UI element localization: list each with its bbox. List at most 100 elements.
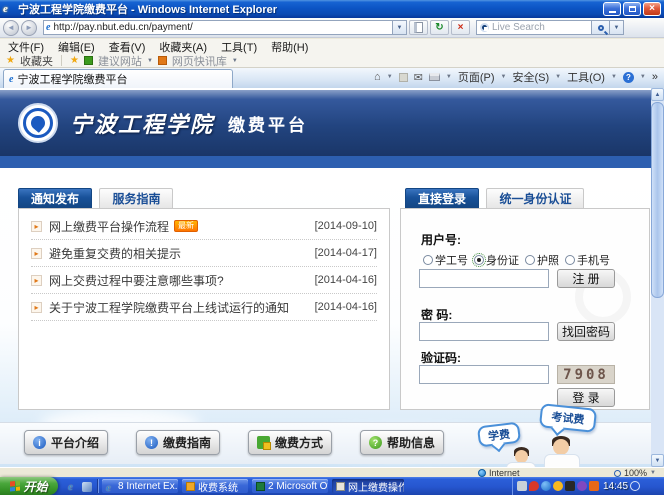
password-input[interactable] xyxy=(419,322,549,341)
find-password-button[interactable]: 找回密码 xyxy=(557,322,615,341)
captcha-input[interactable] xyxy=(419,365,549,384)
radio-id-card[interactable]: 身份证 xyxy=(474,252,519,268)
tab-direct-login[interactable]: 直接登录 xyxy=(405,188,479,208)
toolbar-overflow-button[interactable]: » xyxy=(652,71,658,83)
tray-icon[interactable] xyxy=(630,481,640,491)
restore-icon xyxy=(629,6,636,12)
home-icon[interactable]: ⌂ xyxy=(374,71,381,83)
suggested-sites-button[interactable]: 建议网站 xyxy=(98,53,142,69)
compatibility-view-button[interactable] xyxy=(409,20,428,35)
payment-method-button[interactable]: 缴费方式 xyxy=(248,430,332,455)
ie-window: e 宁波工程学院缴费平台 - Windows Internet Explorer… xyxy=(0,0,664,495)
notice-row[interactable]: ▸ 网上缴费平台操作流程 最新 [2014-09-10] xyxy=(31,213,377,240)
task-label: 2 Microsoft Of... xyxy=(268,481,328,492)
restore-button[interactable] xyxy=(623,2,641,16)
quick-launch-desktop-icon[interactable] xyxy=(80,480,93,493)
task-ie-group[interactable]: e 8 Internet Ex... ▼ xyxy=(102,479,178,493)
menu-edit[interactable]: 编辑(E) xyxy=(58,39,95,55)
title-bar[interactable]: e 宁波工程学院缴费平台 - Windows Internet Explorer… xyxy=(0,0,664,18)
tray-icon[interactable] xyxy=(565,481,575,491)
tab-active[interactable]: e 宁波工程学院缴费平台 xyxy=(3,69,233,88)
task-fee-system[interactable]: 收费系统 xyxy=(182,479,248,493)
id-type-radio-group: 学工号 身份证 护照 手机号 xyxy=(423,252,610,268)
refresh-button[interactable]: ↻ xyxy=(430,20,449,35)
scroll-up-button[interactable]: ▲ xyxy=(651,88,664,101)
address-input[interactable]: e http://pay.nbut.edu.cn/payment/ xyxy=(43,20,393,35)
login-button[interactable]: 登 录 xyxy=(557,388,615,407)
payment-guide-button[interactable]: ! 缴费指南 xyxy=(136,430,220,455)
radio-label: 学工号 xyxy=(435,252,468,268)
site-banner: 宁波工程学院 缴费平台 xyxy=(0,90,651,156)
start-button[interactable]: 开始 xyxy=(0,477,58,495)
forward-button[interactable]: ► xyxy=(21,20,37,36)
task-label: 8 Internet Ex... xyxy=(118,481,178,492)
tray-icon[interactable] xyxy=(541,481,551,491)
notice-title[interactable]: 网上交费过程中要注意哪些事项? xyxy=(49,272,224,289)
search-dropdown-button[interactable]: ▼ xyxy=(610,20,624,35)
internet-zone-icon xyxy=(478,469,486,477)
person-illustration xyxy=(544,454,580,467)
radio-passport[interactable]: 护照 xyxy=(525,252,559,268)
tools-menu-button[interactable]: 工具(O) xyxy=(567,69,605,85)
radio-mobile[interactable]: 手机号 xyxy=(565,252,610,268)
vertical-scrollbar[interactable]: ▲ ▼ xyxy=(651,88,664,467)
minimize-button[interactable] xyxy=(603,2,621,16)
close-button[interactable]: × xyxy=(643,2,661,16)
safety-menu-button[interactable]: 安全(S) xyxy=(512,69,549,85)
task-office-group[interactable]: 2 Microsoft Of... ▼ xyxy=(252,479,328,493)
platform-intro-button[interactable]: i 平台介绍 xyxy=(24,430,108,455)
mail-icon[interactable]: ✉ xyxy=(414,71,423,84)
register-button[interactable]: 注 册 xyxy=(557,269,615,288)
tray-icon[interactable] xyxy=(517,481,527,491)
favorites-button[interactable]: 收藏夹 xyxy=(20,53,53,69)
ie-icon: e xyxy=(68,481,73,493)
print-icon[interactable] xyxy=(429,73,440,81)
command-bar: ⌂ ▼ ✉ ▼ 页面(P) ▼ 安全(S) ▼ 工具(O) ▼ ? ▼ » xyxy=(374,69,664,88)
ie-logo-icon: e xyxy=(3,3,15,15)
notice-row[interactable]: ▸ 关于宁波工程学院缴费平台上线试运行的通知 [2014-04-16] xyxy=(31,294,377,321)
web-slices-button[interactable]: 网页快讯库 xyxy=(172,53,227,69)
search-input[interactable]: Live Search xyxy=(476,20,592,35)
home-dropdown-icon[interactable]: ▼ xyxy=(387,74,393,80)
notice-date: [2014-04-16] xyxy=(315,301,377,313)
menu-help[interactable]: 帮助(H) xyxy=(271,39,308,55)
help-icon[interactable]: ? xyxy=(623,72,634,83)
tab-service-guide[interactable]: 服务指南 xyxy=(99,188,173,208)
tab-notices[interactable]: 通知发布 xyxy=(18,188,92,208)
web-slices-icon xyxy=(158,56,167,65)
search-button[interactable] xyxy=(592,20,610,35)
tray-icon[interactable] xyxy=(589,481,599,491)
divider xyxy=(61,55,62,66)
help-info-button[interactable]: ? 帮助信息 xyxy=(360,430,444,455)
notice-row[interactable]: ▸ 网上交费过程中要注意哪些事项? [2014-04-16] xyxy=(31,267,377,294)
bullet-arrow-icon: ▸ xyxy=(31,275,42,286)
user-id-input[interactable] xyxy=(419,269,549,288)
scrollbar-thumb[interactable] xyxy=(651,102,664,298)
page-menu-button[interactable]: 页面(P) xyxy=(458,69,495,85)
notice-title[interactable]: 网上缴费平台操作流程 xyxy=(49,218,169,235)
print-dropdown-icon[interactable]: ▼ xyxy=(446,74,452,80)
notice-date: [2014-09-10] xyxy=(315,220,377,232)
login-form: 用户号: 学工号 身份证 护照 xyxy=(400,208,650,410)
tab-sso-login[interactable]: 统一身份认证 xyxy=(486,188,584,208)
notice-title[interactable]: 避免重复交费的相关提示 xyxy=(49,245,181,262)
captcha-image[interactable]: 7908 xyxy=(557,365,615,384)
tray-icon[interactable] xyxy=(553,481,563,491)
radio-student-id[interactable]: 学工号 xyxy=(423,252,468,268)
back-button[interactable]: ◄ xyxy=(3,20,19,36)
notice-row[interactable]: ▸ 避免重复交费的相关提示 [2014-04-17] xyxy=(31,240,377,267)
tray-icon[interactable] xyxy=(529,481,539,491)
feeds-icon[interactable] xyxy=(399,73,408,82)
stop-button[interactable]: × xyxy=(451,20,470,35)
quick-launch-ie-icon[interactable]: e xyxy=(64,480,77,493)
scroll-down-button[interactable]: ▼ xyxy=(651,454,664,467)
taskbar-clock[interactable]: 14:45 xyxy=(603,481,628,492)
page-content: 通知发布 服务指南 ▸ 网上缴费平台操作流程 最新 [2014-09-10] ▸… xyxy=(0,168,651,467)
notice-list: ▸ 网上缴费平台操作流程 最新 [2014-09-10] ▸ 避免重复交费的相关… xyxy=(18,208,390,410)
notice-title[interactable]: 关于宁波工程学院缴费平台上线试运行的通知 xyxy=(49,299,289,316)
chevron-down-icon: ▼ xyxy=(650,470,656,476)
add-favorite-icon[interactable]: ★ xyxy=(70,55,79,66)
tray-icon[interactable] xyxy=(577,481,587,491)
address-dropdown-button[interactable]: ▼ xyxy=(393,20,407,35)
task-payment-doc[interactable]: 网上缴费操作说... xyxy=(332,479,404,493)
